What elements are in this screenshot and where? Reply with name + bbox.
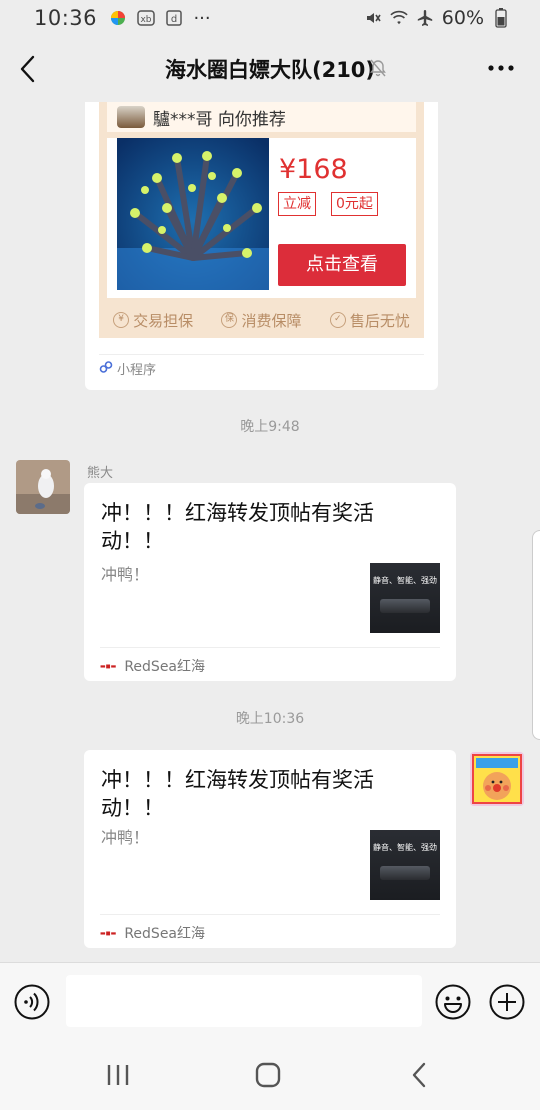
my-avatar[interactable] [470,752,524,806]
home-icon[interactable] [253,1060,283,1090]
thumbnail-text: 静音、智能、强劲 [373,576,437,585]
battery-icon [492,8,510,28]
link-thumbnail: 静音、智能、强劲 [370,830,440,900]
yen-icon: ¥ [113,312,130,328]
guarantee-label: 交易担保 [133,311,194,330]
mini-program-footer: 小程序 [99,354,424,378]
link-card[interactable]: 冲！！！红海转发顶帖有奖活动！！ 冲鸭！ 静音、智能、强劲 ▬◼▬ RedSea… [84,750,456,948]
chat-header: 海水圈白嫖大队(210) [0,36,540,102]
link-card[interactable]: 冲！！！红海转发顶帖有奖活动！！ 冲鸭！ 静音、智能、强劲 ▬◼▬ RedSea… [84,483,456,681]
battery-percent: 60% [441,7,484,29]
plus-icon[interactable] [489,984,525,1020]
mini-program-icon [99,360,113,378]
mute-bell-icon [368,58,388,78]
link-description: 冲鸭！ [101,565,150,584]
recommender-text: 驢***哥 向你推荐 [153,109,286,130]
airplane-icon [416,9,434,27]
status-time: 10:36 [34,6,98,30]
shield-icon: 保 [221,312,238,328]
more-icon[interactable] [486,56,516,80]
guarantee-consumer: 保 消费保障 [221,310,302,331]
chat-title: 海水圈白嫖大队(210) [164,58,376,82]
link-thumbnail: 静音、智能、强劲 [370,563,440,633]
notification-icons: xb d ··· [109,7,211,29]
link-title: 冲！！！红海转发顶帖有奖活动！！ [101,768,374,820]
message-input[interactable] [66,975,422,1027]
badge-app-icon: xb [137,9,155,27]
redsea-logo-icon: ▬◼▬ [100,662,117,670]
color-app-icon [109,9,127,27]
zero-start-tag: 0元起 [331,192,378,216]
guarantee-label: 售后无忧 [349,311,410,330]
redsea-logo-icon: ▬◼▬ [100,929,117,937]
mini-program-card[interactable]: 驢***哥 向你推荐 ¥168 立减 0元起 点击查看 ¥ 交易担保 保 消费保… [85,102,438,390]
view-button[interactable]: 点击查看 [278,244,406,286]
thumbnail-text: 静音、智能、强劲 [373,843,437,852]
input-bar [0,962,540,1040]
sender-name: 熊大 [87,466,114,481]
link-description: 冲鸭！ [101,828,150,847]
link-source: ▬◼▬ RedSea红海 [100,914,440,943]
thumb-icon: ✓ [329,312,346,328]
wifi-icon [390,9,408,27]
svg-text:d: d [171,14,177,25]
back-icon[interactable] [405,1060,435,1090]
avatar[interactable] [16,460,70,514]
timestamp: 晚上9:48 [240,419,300,435]
source-label: RedSea红海 [124,659,206,675]
product-price: ¥168 [279,154,348,185]
emoji-icon[interactable] [435,984,471,1020]
link-source: ▬◼▬ RedSea红海 [100,647,440,676]
svg-text:xb: xb [141,15,152,25]
guarantee-row: ¥ 交易担保 保 消费保障 ✓ 售后无忧 [99,306,424,334]
scrollbar[interactable] [532,530,540,740]
recommender-row: 驢***哥 向你推荐 [107,102,416,132]
source-label: RedSea红海 [124,926,206,942]
discount-tag: 立减 [278,192,316,216]
status-bar: 10:36 xb d ··· 60% [0,0,540,36]
d-app-icon: d [165,9,183,27]
mute-icon [364,9,382,27]
link-title: 冲！！！红海转发顶帖有奖活动！！ [101,501,374,553]
guarantee-aftersale: ✓ 售后无忧 [329,310,410,331]
guarantee-trade: ¥ 交易担保 [113,310,193,331]
voice-icon[interactable] [14,984,50,1020]
timestamp: 晚上10:36 [235,711,305,727]
coral-product-image [117,138,269,290]
more-dots-icon: ··· [193,7,211,29]
pump-device-image [380,599,430,613]
recent-apps-icon[interactable] [103,1060,133,1090]
system-navigation [0,1040,540,1110]
mini-program-label: 小程序 [117,363,157,378]
recommender-avatar [117,106,145,128]
guarantee-label: 消费保障 [241,311,302,330]
mini-program-content: 驢***哥 向你推荐 ¥168 立减 0元起 点击查看 ¥ 交易担保 保 消费保… [99,102,424,338]
product-panel: ¥168 立减 0元起 点击查看 [107,138,416,298]
pump-device-image [380,866,430,880]
status-right: 60% [364,7,510,29]
chat-area[interactable]: 驢***哥 向你推荐 ¥168 立减 0元起 点击查看 ¥ 交易担保 保 消费保… [0,102,540,962]
